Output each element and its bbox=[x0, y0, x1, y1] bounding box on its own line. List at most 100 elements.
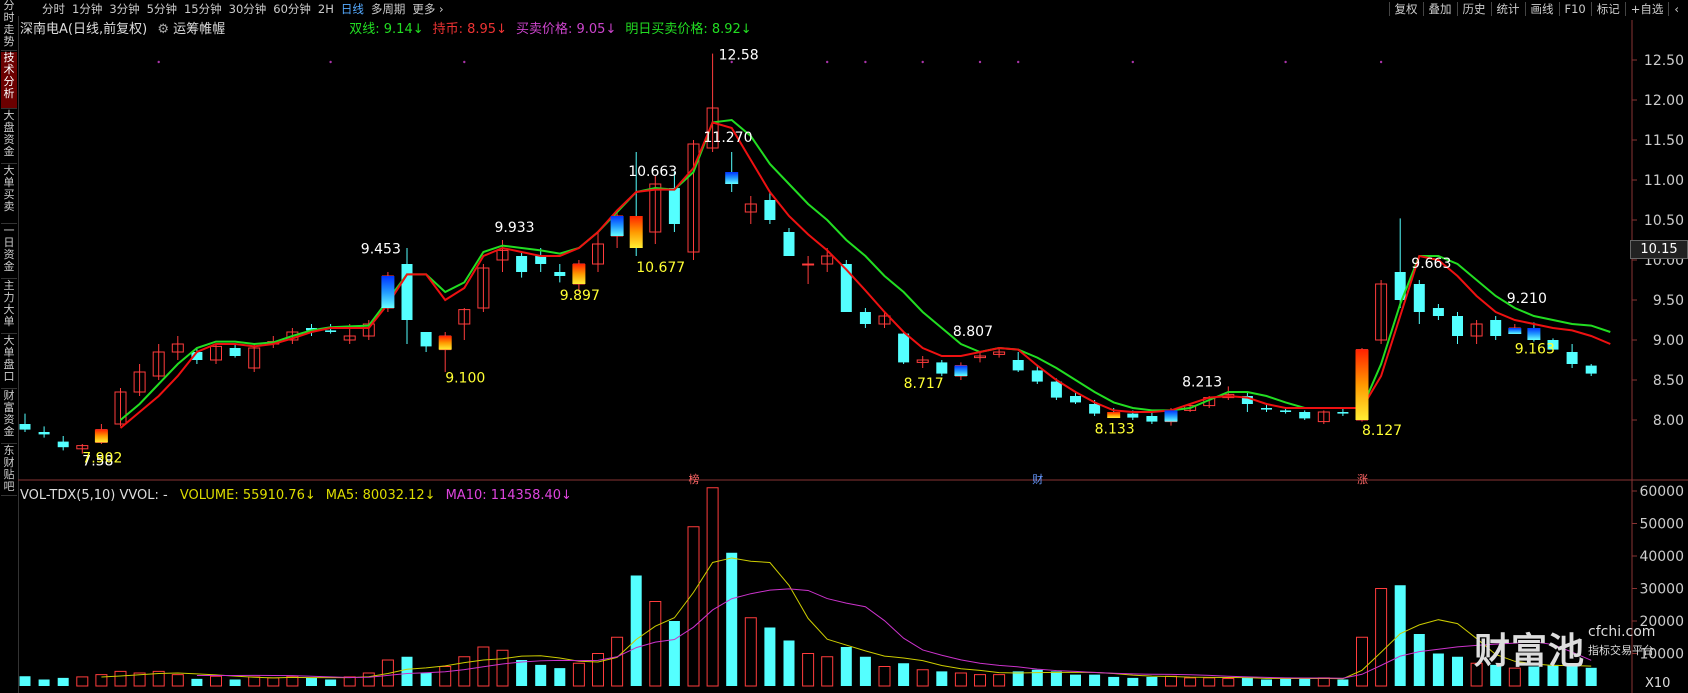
candle-body bbox=[19, 424, 31, 430]
candle-body bbox=[554, 272, 566, 276]
sell-signal-candle bbox=[610, 216, 624, 236]
volume-bar bbox=[1337, 679, 1349, 686]
price-tick-label: 11.50 bbox=[1644, 133, 1684, 149]
price-annotation: 10.663 bbox=[628, 164, 677, 180]
price-annotation: 10.677 bbox=[636, 260, 685, 276]
price-tick-label: 9.50 bbox=[1653, 293, 1684, 309]
candle-body bbox=[57, 441, 69, 448]
sell-signal-candle bbox=[954, 365, 968, 376]
sell-signal-candle bbox=[1527, 328, 1541, 340]
candle-body bbox=[859, 312, 871, 324]
price-annotation: 11.270 bbox=[704, 130, 753, 146]
volume-bar bbox=[744, 617, 757, 687]
sell-signal-candle bbox=[1164, 410, 1178, 422]
volume-bar bbox=[362, 672, 375, 687]
buy-signal-candle bbox=[438, 336, 452, 350]
volume-bar bbox=[1452, 656, 1463, 686]
current-price-label: 10.15 bbox=[1630, 240, 1688, 259]
volume-bar bbox=[248, 676, 261, 687]
signal-dot bbox=[329, 60, 332, 64]
candle-body bbox=[936, 362, 948, 374]
buy-signal-candle bbox=[1355, 349, 1369, 420]
volume-bar bbox=[325, 679, 337, 686]
volume-bar bbox=[1261, 679, 1272, 686]
price-tick-label: 8.50 bbox=[1653, 373, 1684, 389]
signal-dot bbox=[1284, 60, 1287, 64]
price-annotation: 9.210 bbox=[1507, 291, 1547, 307]
signal-dot bbox=[157, 60, 160, 64]
volume-bar bbox=[1394, 585, 1406, 686]
price-annotation: 9.100 bbox=[445, 370, 485, 386]
volume-bar bbox=[57, 677, 69, 686]
candle-body bbox=[1299, 412, 1311, 419]
volume-bar bbox=[726, 552, 738, 686]
volume-bar bbox=[859, 656, 871, 686]
volume-bar bbox=[802, 653, 815, 687]
volume-bar bbox=[572, 662, 585, 687]
price-tick-label: 9.00 bbox=[1653, 333, 1684, 349]
candle-body bbox=[401, 264, 413, 320]
watermark-sub: 指标交易平台 bbox=[1588, 644, 1654, 657]
volume-bar bbox=[1127, 677, 1139, 686]
price-annotation: 7.902 bbox=[82, 450, 122, 466]
price-annotation: 9.663 bbox=[1411, 256, 1451, 272]
volume-bar bbox=[840, 647, 852, 686]
volume-bar bbox=[1375, 588, 1388, 687]
price-annotation: 9.163 bbox=[1515, 342, 1555, 358]
volume-bar bbox=[267, 677, 280, 687]
candle-body bbox=[898, 333, 910, 363]
price-chart[interactable]: 8.008.509.009.5010.0010.5011.0011.5012.0… bbox=[0, 0, 1688, 693]
volume-bar bbox=[611, 636, 624, 687]
volume-bar bbox=[496, 649, 509, 687]
volume-bar bbox=[993, 674, 1006, 687]
price-tick-label: 11.00 bbox=[1644, 173, 1684, 189]
candle-body bbox=[1012, 360, 1024, 371]
volume-bar bbox=[306, 677, 317, 686]
volume-multiplier: X10 bbox=[1645, 676, 1671, 691]
candle-body bbox=[229, 348, 241, 356]
signal-dot bbox=[463, 60, 466, 64]
double-line-green bbox=[119, 118, 1611, 421]
event-marker: 财 bbox=[1032, 472, 1043, 486]
volume-bar bbox=[210, 675, 222, 687]
volume-bar bbox=[535, 664, 547, 686]
candle-body bbox=[38, 432, 50, 435]
candle-body bbox=[1585, 365, 1597, 374]
volume-bar bbox=[516, 660, 528, 686]
volume-bar bbox=[1012, 671, 1024, 686]
price-annotation: 12.58 bbox=[719, 48, 759, 64]
price-tick-label: 12.00 bbox=[1644, 93, 1684, 109]
volume-bar bbox=[114, 670, 127, 687]
volume-bar bbox=[420, 673, 432, 686]
hold-line-red bbox=[119, 121, 1611, 429]
sell-signal-candle bbox=[725, 172, 739, 184]
volume-tick-label: 60000 bbox=[1639, 484, 1684, 500]
price-annotation: 9.453 bbox=[361, 242, 401, 258]
price-tick-label: 8.00 bbox=[1653, 413, 1684, 429]
price-annotation: 8.717 bbox=[904, 376, 944, 392]
candle-body bbox=[1490, 320, 1502, 336]
volume-tick-label: 40000 bbox=[1639, 549, 1684, 565]
volume-bar bbox=[916, 669, 929, 687]
volume-bar bbox=[19, 676, 31, 686]
volume-bar bbox=[1280, 678, 1292, 686]
event-marker: 涨 bbox=[1357, 473, 1368, 486]
volume-bar bbox=[878, 666, 891, 687]
buy-signal-candle bbox=[629, 216, 643, 248]
watermark-logo: 财富池 bbox=[1474, 631, 1586, 672]
volume-bar bbox=[401, 656, 413, 686]
watermark-domain: cfchi.com bbox=[1588, 624, 1656, 640]
volume-bar bbox=[668, 621, 680, 686]
volume-bar bbox=[1108, 676, 1120, 686]
volume-bar bbox=[554, 668, 566, 686]
volume-bar bbox=[1432, 653, 1444, 686]
volume-bar bbox=[1413, 634, 1425, 686]
candle-body bbox=[1566, 352, 1578, 364]
volume-bar bbox=[171, 674, 184, 687]
volume-bar bbox=[95, 674, 108, 687]
buy-signal-candle bbox=[94, 429, 108, 443]
volume-bar bbox=[1241, 677, 1253, 686]
volume-bar bbox=[630, 575, 642, 686]
volume-bar bbox=[1203, 677, 1216, 687]
candle-body bbox=[840, 264, 852, 312]
